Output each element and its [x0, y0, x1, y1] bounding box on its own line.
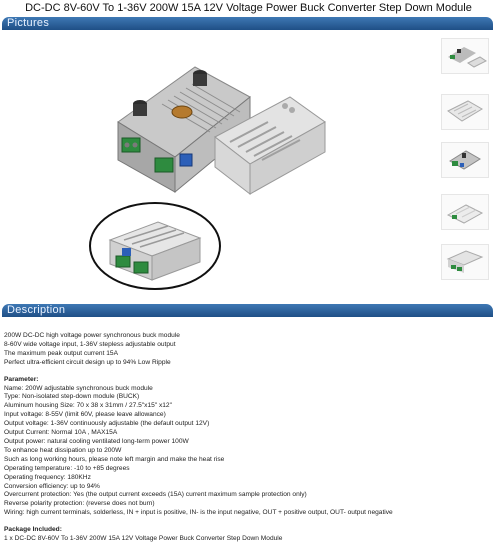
parameter-line: Reverse polarity protection: (reverse do… [4, 500, 155, 508]
parameter-line: Operating temperature: -10 to +85 degree… [4, 464, 130, 472]
pictures-label: Pictures [7, 17, 50, 29]
parameter-line: Overcurrent protection: Yes (the output … [4, 491, 307, 499]
thumbnail-2[interactable] [441, 94, 489, 130]
parameter-line: Such as long working hours, please note … [4, 455, 225, 463]
thumbnail-3-image [449, 150, 481, 170]
thumbnail-4[interactable] [441, 194, 489, 230]
parameter-line: Type: Non-isolated step-down module (BUC… [4, 393, 140, 401]
parameter-heading: Parameter: [4, 375, 39, 383]
intro-line: Perfect ultra-efficient circuit design u… [4, 358, 171, 366]
intro-line: 8-60V wide voltage input, 1-36V stepless… [4, 340, 176, 348]
package-heading: Package Included: [4, 526, 62, 534]
thumbnail-3[interactable] [441, 142, 489, 178]
parameter-line: To enhance heat dissipation up to 200W [4, 446, 122, 454]
parameter-line: Conversion efficiency: up to 94% [4, 482, 100, 490]
parameter-line: Input voltage: 8-55V (limit 60V, please … [4, 411, 166, 419]
intro-line: The maximum peak output current 15A [4, 349, 118, 357]
package-line: 1 x DC-DC 8V-60V To 1-36V 200W 15A 12V V… [4, 535, 283, 543]
thumbnail-1-image [448, 47, 487, 68]
parameter-line: Aluminum housing Size: 70 x 38 x 31mm / … [4, 402, 172, 410]
pictures-area [0, 30, 497, 300]
parameter-line: Operating frequency: 180KHz [4, 473, 91, 481]
thumbnail-1[interactable] [441, 38, 489, 74]
thumbnail-2-image [447, 100, 483, 122]
description-body: 200W DC-DC high voltage power synchronou… [4, 332, 493, 544]
parameter-line: Name: 200W adjustable synchronous buck m… [4, 384, 153, 392]
thumbnail-4-image [446, 204, 484, 224]
parameter-line: Output voltage: 1-36V continuously adjus… [4, 420, 210, 428]
description-section-header: Description [2, 304, 493, 317]
thumbnail-5-image [446, 250, 484, 273]
thumbnail-5[interactable] [441, 244, 489, 280]
description-label: Description [7, 304, 66, 316]
intro-line: 200W DC-DC high voltage power synchronou… [4, 332, 180, 339]
parameter-line: Output power: natural cooling ventilated… [4, 437, 189, 445]
inset-product-image[interactable] [88, 200, 223, 292]
parameter-line: Wiring: high current terminals, solderle… [4, 509, 393, 517]
page-title: DC-DC 8V-60V To 1-36V 200W 15A 12V Volta… [25, 2, 472, 14]
pictures-section-header: Pictures [2, 17, 493, 30]
parameter-line: Output Current: Normal 10A , MAX15A [4, 429, 118, 437]
